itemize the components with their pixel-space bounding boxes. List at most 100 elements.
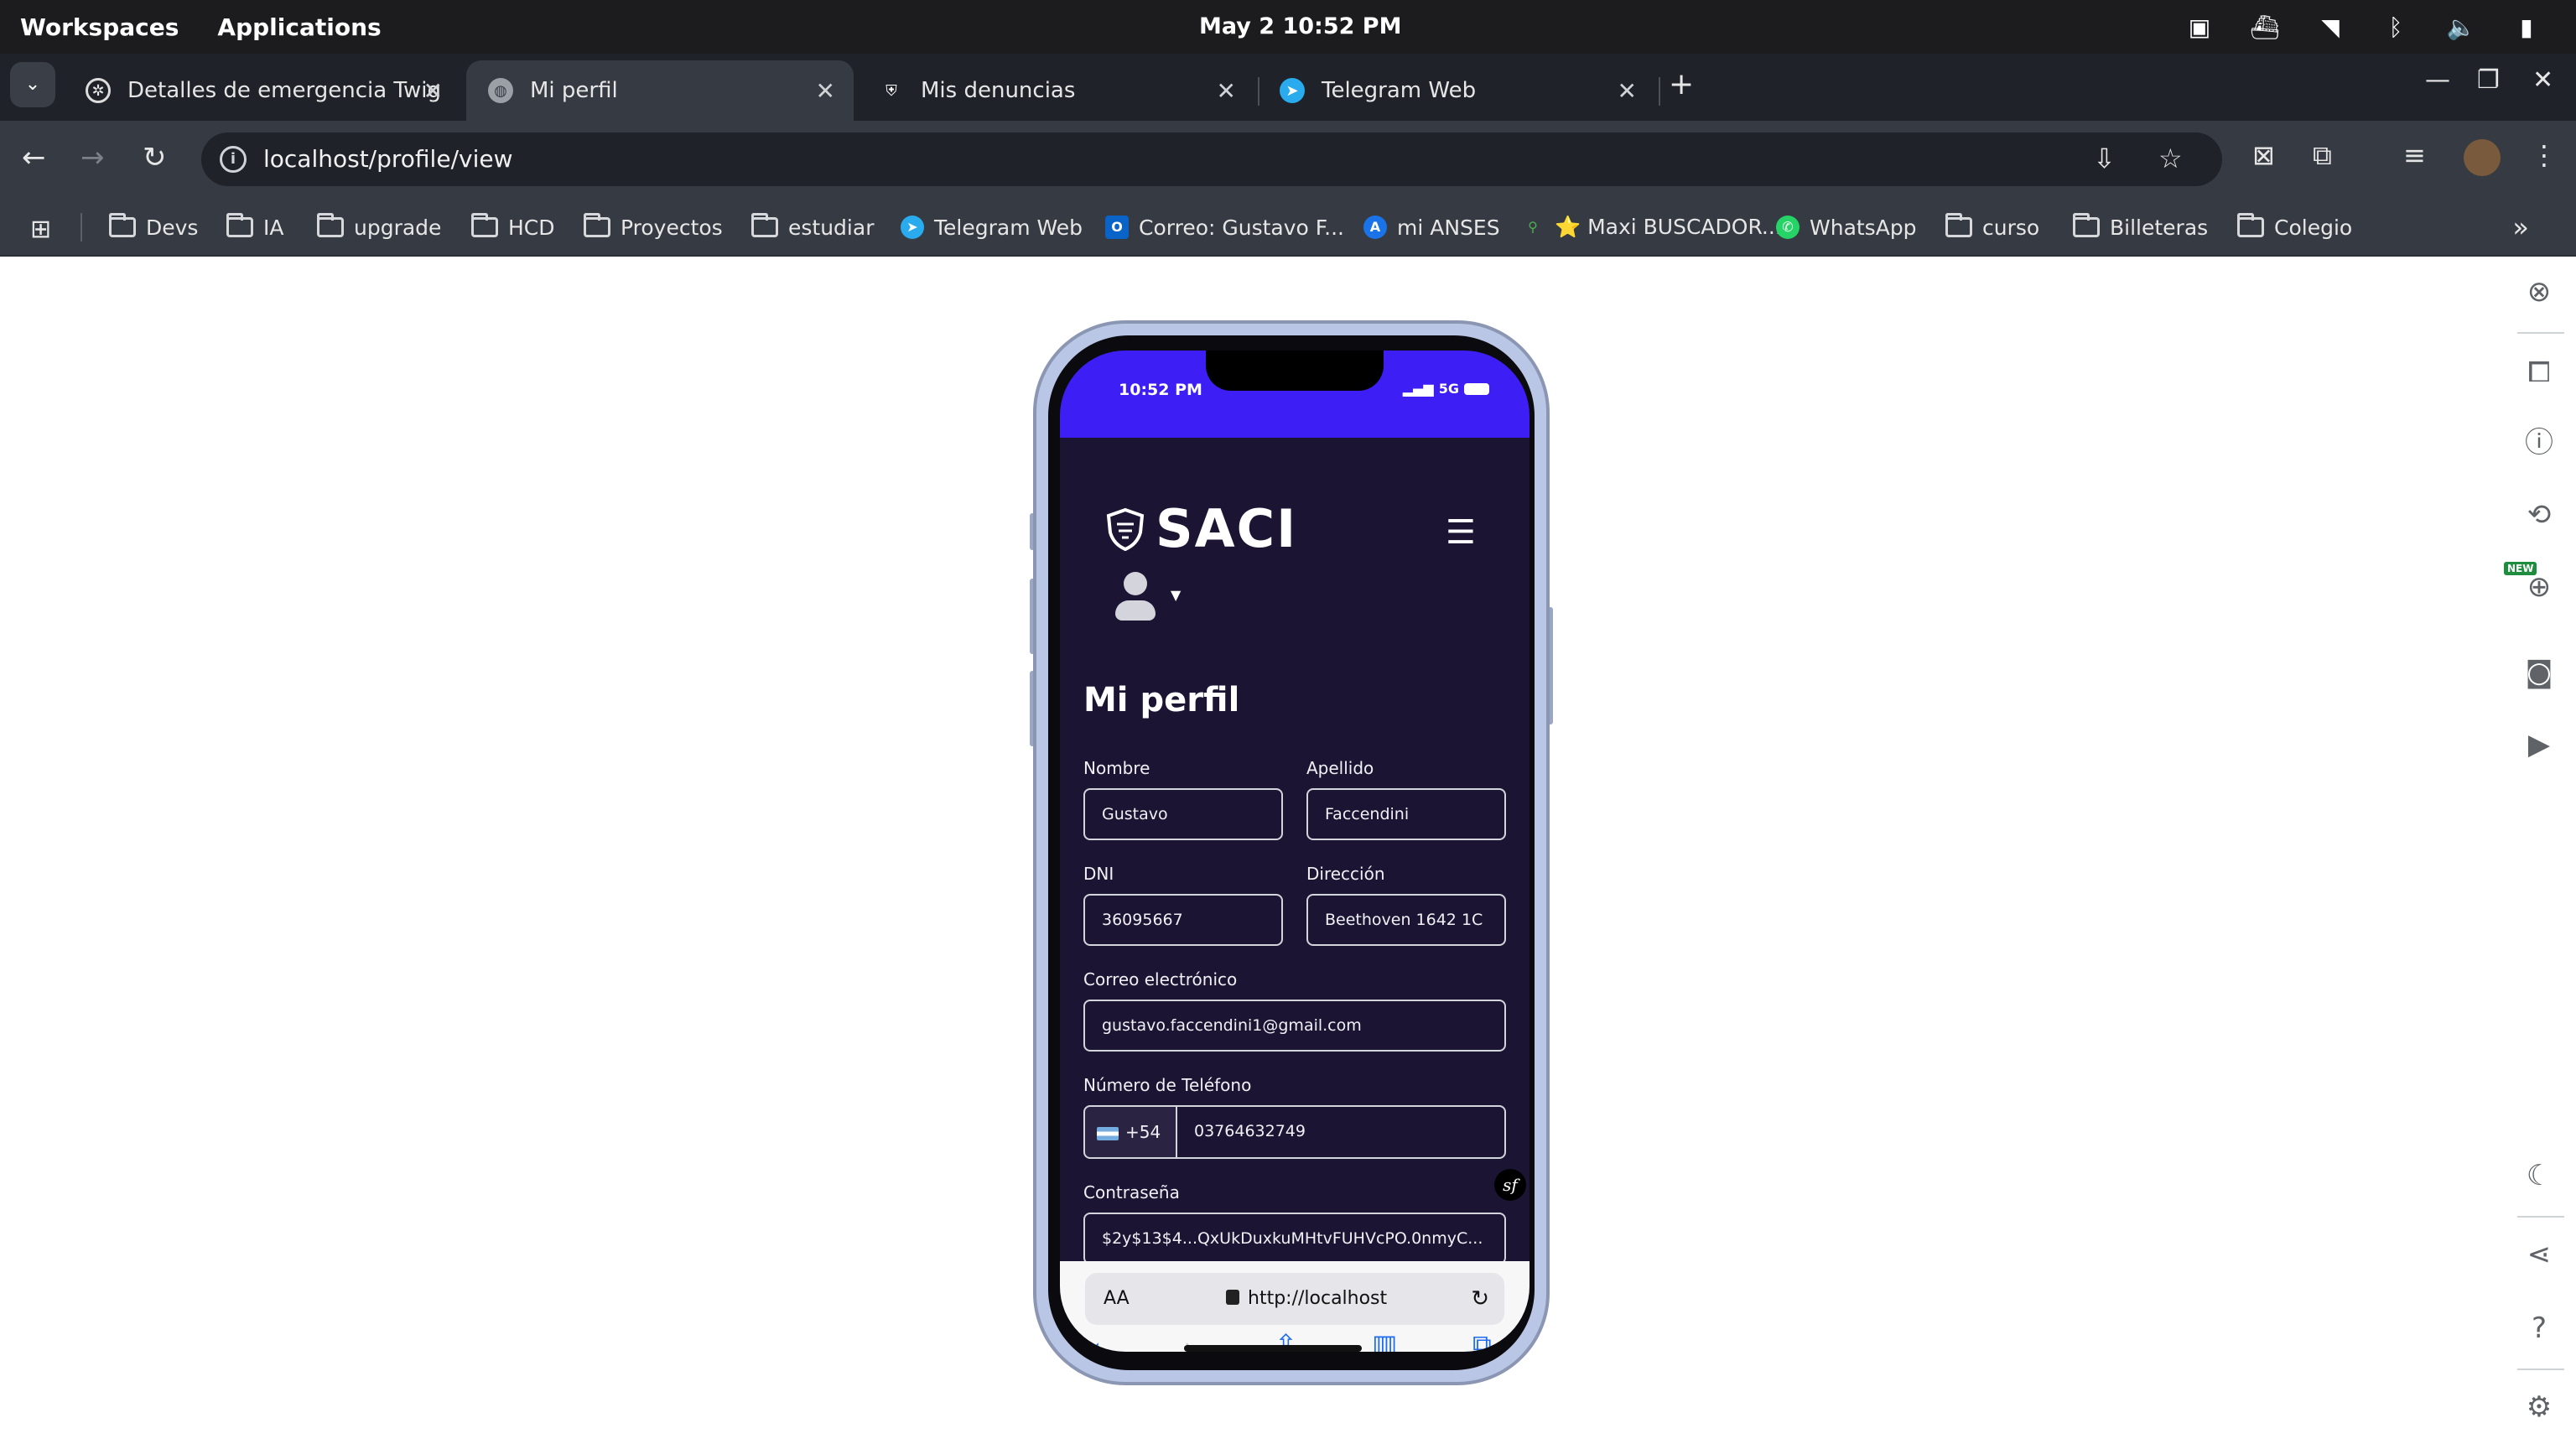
tab-strip: ⌄ ✲ Detalles de emergencia Twig ✕ ◍ Mi p… [0,54,2576,121]
bookmark-ia[interactable]: IA [226,198,283,257]
minimize-icon[interactable]: — [2425,65,2450,95]
bookmark-maxi-buscador[interactable]: ⚲ ⭐ Maxi BUSCADOR... [1521,198,1782,257]
camera-icon[interactable]: ◙ [2521,654,2558,691]
bookmark-label: ⭐ Maxi BUSCADOR... [1555,215,1782,239]
bookmark-curso[interactable]: curso [1945,198,2039,257]
password-input[interactable]: $2y$13$4...QxUkDuxkuMHtvFUHVcPO.0nmyC... [1083,1213,1506,1265]
docker-icon[interactable]: ⛴ [2249,13,2281,41]
devices-icon[interactable]: ⧠ [2521,354,2558,391]
bookmark-star-icon[interactable]: ☆ [2158,143,2183,174]
direccion-input[interactable]: Beethoven 1642 1C [1306,894,1506,946]
system-clock[interactable]: May 2 10:52 PM [1199,0,1401,54]
bookmark-label: Correo: Gustavo F... [1139,215,1344,240]
workspaces-menu[interactable]: Workspaces [20,13,179,41]
settings-gear-icon[interactable]: ⚙ [2521,1389,2558,1426]
back-icon[interactable]: ← [22,141,46,174]
shield-logo-icon [1106,507,1145,551]
close-icon[interactable]: ✕ [423,77,443,105]
battery-icon[interactable]: ▮ [2511,13,2542,41]
safari-reload-icon[interactable]: ↻ [1471,1273,1489,1325]
apps-grid-icon[interactable]: ⊞ [30,215,51,244]
argentina-flag-icon [1097,1126,1119,1140]
new-tab-button[interactable]: + [1669,67,1694,101]
safari-bookmarks-icon[interactable]: ▥ [1372,1328,1397,1352]
maximize-icon[interactable]: ❐ [2477,65,2500,95]
dni-label: DNI [1083,864,1114,884]
nombre-input[interactable]: Gustavo [1083,788,1283,840]
dark-mode-icon[interactable]: ☾ [2521,1157,2558,1194]
symfony-toolbar-icon[interactable]: sf [1494,1169,1526,1201]
close-circle-icon[interactable]: ⊗ [2521,273,2558,310]
bookmarks-overflow-icon[interactable]: » [2512,211,2529,243]
address-url[interactable]: localhost/profile/view [263,132,512,186]
tab-mi-perfil[interactable]: ◍ Mi perfil ✕ [466,60,854,121]
reader-aa-button[interactable]: AA [1104,1273,1130,1325]
help-icon[interactable]: ? [2521,1310,2558,1347]
bookmark-colegio[interactable]: Colegio [2237,198,2352,257]
wifi-icon[interactable]: ◥ [2314,13,2346,41]
extensions-puzzle-icon[interactable]: ⧉ [2313,139,2332,172]
folder-icon [1945,213,1972,237]
folder-icon [584,213,610,237]
folder-icon [226,213,253,237]
media-control-icon[interactable]: ≡ [2403,139,2426,171]
bookmark-telegram[interactable]: ➤ Telegram Web [901,198,1083,257]
user-avatar-icon[interactable] [1114,572,1156,626]
tab-emergencia[interactable]: ✲ Detalles de emergencia Twig ✕ [64,60,461,121]
forward-icon[interactable]: → [80,141,105,174]
safari-tabs-icon[interactable]: ⧉ [1472,1328,1492,1352]
tab-telegram[interactable]: ➤ Telegram Web ✕ [1258,60,1655,121]
bookmark-hcd[interactable]: HCD [471,198,555,257]
safari-address-bar[interactable]: AA http://localhost ↻ [1085,1273,1504,1325]
bookmark-upgrade[interactable]: upgrade [317,198,441,257]
info-icon[interactable]: ⓘ [2521,424,2558,461]
email-input[interactable]: gustavo.faccendini1@gmail.com [1083,1000,1506,1052]
reload-icon[interactable]: ↻ [143,141,167,174]
avatar-body [1115,600,1156,621]
bookmark-whatsapp[interactable]: ✆ WhatsApp [1776,198,1917,257]
close-icon[interactable]: ✕ [1618,77,1637,105]
volume-icon[interactable]: 🔈 [2445,13,2477,41]
bookmark-billeteras[interactable]: Billeteras [2073,198,2208,257]
extension-x-icon[interactable]: ⊠ [2252,139,2275,171]
bookmark-anses[interactable]: Ami ANSES [1363,198,1500,257]
bookmark-devs[interactable]: Devs [109,198,198,257]
tab-mis-denuncias[interactable]: ⛨ Mis denuncias ✕ [857,60,1254,121]
bluetooth-icon[interactable]: ᛒ [2380,13,2412,41]
video-camera-icon[interactable]: ▶ [2521,726,2558,763]
safari-url[interactable]: http://localhost [1248,1273,1387,1325]
tab-search-button[interactable]: ⌄ [10,62,55,107]
more-menu-icon[interactable]: ⋮ [2531,139,2558,171]
bookmark-proyectos[interactable]: Proyectos [584,198,723,257]
whatsapp-icon: ✆ [1776,216,1800,239]
saci-logo[interactable]: SACI [1104,498,1297,559]
new-badge: NEW [2504,562,2537,575]
country-code-select[interactable]: +54 [1083,1105,1177,1159]
safari-bottom-bar: AA http://localhost ↻ ‹ › ⇪ ▥ ⧉ [1060,1261,1530,1352]
close-window-icon[interactable]: ✕ [2532,65,2553,95]
user-dropdown-caret-icon[interactable]: ▼ [1171,587,1181,603]
bookmark-label: Proyectos [621,215,723,240]
page-title: Mi perfil [1083,681,1240,719]
apellido-input[interactable]: Faccendini [1306,788,1506,840]
telefono-input[interactable]: 03764632749 [1176,1105,1506,1159]
close-icon[interactable]: ✕ [816,77,835,105]
close-icon[interactable]: ✕ [1217,77,1236,105]
safari-back-icon[interactable]: ‹ [1090,1332,1101,1352]
bookmark-correo[interactable]: O Correo: Gustavo F... [1105,198,1344,257]
bookmark-estudiar[interactable]: estudiar [751,198,874,257]
share-icon[interactable]: ⋖ [2521,1236,2558,1273]
os-top-bar: Workspaces Applications May 2 10:52 PM ▣… [0,0,2576,54]
site-info-icon[interactable]: i [220,146,247,173]
dni-input[interactable]: 36095667 [1083,894,1283,946]
bookmark-label: Colegio [2274,215,2353,240]
profile-avatar[interactable] [2464,139,2501,176]
rotate-icon[interactable]: ⟲ [2521,496,2558,533]
device-toolbar-sidebar: ⊗ ⧠ ⓘ ⟲ ⊕ ◙ ▶ ☾ ⋖ ? ⚙ [2502,257,2576,1449]
bookmark-label: WhatsApp [1810,215,1917,240]
applications-menu[interactable]: Applications [217,13,381,41]
hamburger-menu-icon[interactable]: ☰ [1446,513,1476,552]
display-icon[interactable]: ▣ [2184,13,2215,41]
install-app-icon[interactable]: ⇩ [2093,143,2116,174]
address-bar[interactable]: i localhost/profile/view ⇩ ☆ [201,132,2222,186]
